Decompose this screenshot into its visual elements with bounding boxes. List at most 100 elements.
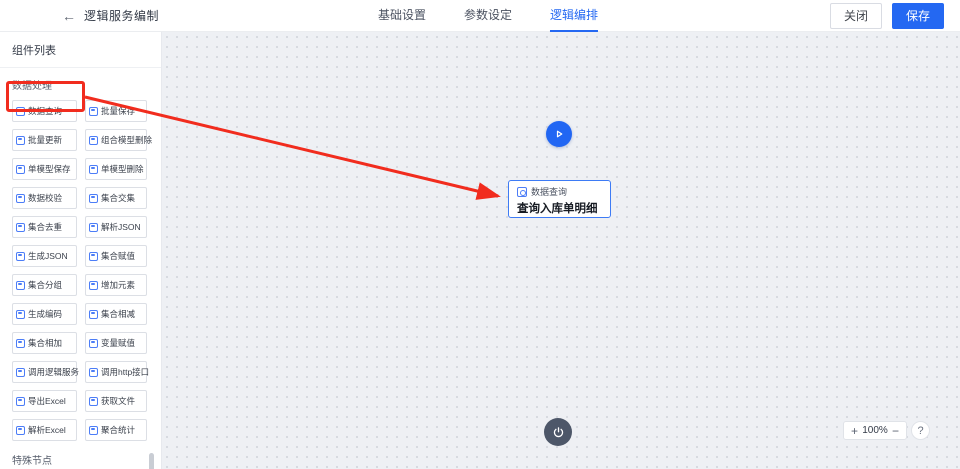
- component-label: 组合模型删除: [101, 135, 153, 145]
- component-label: 数据查询: [28, 106, 63, 116]
- component-icon: [89, 280, 98, 290]
- component-button[interactable]: 聚合统计: [85, 419, 147, 441]
- page-title: 逻辑服务编制: [84, 9, 160, 23]
- node-header: 数据查询: [517, 185, 602, 198]
- power-icon: [553, 426, 563, 437]
- play-icon: [556, 130, 563, 138]
- topbar-actions: 关闭 保存: [829, 2, 960, 29]
- component-icon: [89, 396, 98, 406]
- component-label: 单模型保存: [28, 164, 71, 174]
- component-button[interactable]: 增加元素: [85, 274, 147, 296]
- component-icon: [16, 135, 25, 145]
- component-label: 集合相加: [28, 338, 63, 348]
- component-button[interactable]: 数据校验: [12, 187, 77, 209]
- save-button[interactable]: 保存: [891, 2, 944, 29]
- component-label: 获取文件: [101, 396, 136, 406]
- tab-bar: 基础设置 参数设定 逻辑编排: [378, 0, 599, 32]
- component-icon: [16, 106, 25, 116]
- component-button[interactable]: 集合交集: [85, 187, 147, 209]
- component-icon: [89, 251, 98, 261]
- component-button[interactable]: 生成JSON: [12, 245, 77, 267]
- component-icon: [16, 338, 25, 348]
- component-button[interactable]: 组合模型删除: [85, 129, 152, 151]
- component-button[interactable]: 集合分组: [12, 274, 77, 296]
- component-icon: [89, 193, 98, 203]
- component-icon: [89, 222, 98, 232]
- component-icon: [16, 164, 25, 174]
- component-button[interactable]: 集合相加: [12, 332, 77, 354]
- component-label: 集合交集: [101, 193, 136, 203]
- component-icon: [16, 396, 25, 406]
- component-label: 导出Excel: [28, 396, 66, 406]
- flow-node-data-query[interactable]: 数据查询 查询入库单明细: [508, 180, 611, 218]
- component-label: 调用http接口: [101, 367, 150, 377]
- component-label: 生成JSON: [28, 251, 68, 261]
- component-icon: [89, 164, 98, 174]
- component-label: 解析JSON: [101, 222, 141, 232]
- component-button[interactable]: 批量更新: [12, 129, 77, 151]
- node-type-label: 数据查询: [531, 187, 568, 197]
- component-icon: [16, 222, 25, 232]
- component-icon: [16, 367, 25, 377]
- section-label-data-processing: 数据处理: [12, 81, 52, 92]
- component-icon: [89, 135, 98, 145]
- component-label: 批量保存: [101, 106, 136, 116]
- tab-logic-orchestration[interactable]: 逻辑编排: [550, 0, 599, 32]
- component-button[interactable]: 集合赋值: [85, 245, 147, 267]
- component-icon: [16, 251, 25, 261]
- start-node-button[interactable]: [546, 121, 572, 147]
- component-button[interactable]: 集合去重: [12, 216, 77, 238]
- component-label: 调用逻辑服务: [28, 367, 80, 377]
- question-mark-icon: ?: [917, 424, 924, 437]
- component-icon: [89, 425, 98, 435]
- component-label: 解析Excel: [28, 425, 66, 435]
- component-label: 集合赋值: [101, 251, 136, 261]
- sidebar-scrollbar[interactable]: [149, 453, 154, 469]
- component-button[interactable]: 集合相减: [85, 303, 147, 325]
- component-icon: [89, 367, 98, 377]
- back-group[interactable]: ← 逻辑服务编制: [0, 7, 159, 24]
- node-name: 查询入库单明细: [517, 203, 598, 215]
- component-button[interactable]: 解析Excel: [12, 419, 77, 441]
- component-label: 单模型删除: [101, 164, 144, 174]
- component-icon: [89, 338, 98, 348]
- zoom-out-button[interactable]: −: [892, 425, 899, 437]
- component-icon: [89, 106, 98, 116]
- component-label: 数据校验: [28, 193, 63, 203]
- zoom-in-button[interactable]: +: [851, 425, 858, 437]
- topbar: ← 逻辑服务编制 基础设置 参数设定 逻辑编排 关闭 保存: [0, 0, 960, 32]
- component-sidebar: 组件列表 数据处理 数据查询 批量保存 批量更新 组合模型删除 单模型保存 单模…: [0, 32, 162, 469]
- tab-parameter-settings[interactable]: 参数设定: [464, 0, 512, 32]
- component-button[interactable]: 生成编码: [12, 303, 77, 325]
- component-button[interactable]: 单模型保存: [12, 158, 77, 180]
- component-label: 聚合统计: [101, 425, 136, 435]
- component-icon: [89, 309, 98, 319]
- component-icon: [16, 425, 25, 435]
- component-label: 变量赋值: [101, 338, 136, 348]
- logic-service-editor: ← 逻辑服务编制 基础设置 参数设定 逻辑编排 关闭 保存 组件列表 数据处理 …: [0, 0, 960, 469]
- component-button[interactable]: 解析JSON: [85, 216, 147, 238]
- tab-basic-settings[interactable]: 基础设置: [378, 0, 426, 32]
- component-button[interactable]: 数据查询: [12, 100, 77, 122]
- component-label: 增加元素: [101, 280, 136, 290]
- zoom-level: 100%: [862, 425, 888, 436]
- component-icon: [16, 193, 25, 203]
- component-button[interactable]: 调用逻辑服务: [12, 361, 80, 383]
- end-node-button[interactable]: [544, 418, 572, 446]
- component-label: 集合去重: [28, 222, 63, 232]
- component-icon: [16, 309, 25, 319]
- back-arrow-icon[interactable]: ←: [62, 8, 76, 24]
- component-button[interactable]: 变量赋值: [85, 332, 147, 354]
- component-button[interactable]: 调用http接口: [85, 361, 150, 383]
- flow-canvas[interactable]: 数据查询 查询入库单明细 + 100% − ?: [162, 32, 960, 469]
- component-button[interactable]: 单模型删除: [85, 158, 147, 180]
- component-label: 集合分组: [28, 280, 63, 290]
- component-grid-data-processing: 数据查询 批量保存 批量更新 组合模型删除 单模型保存 单模型删除 数据校验 集…: [0, 98, 161, 443]
- component-button[interactable]: 批量保存: [85, 100, 147, 122]
- component-button[interactable]: 导出Excel: [12, 390, 77, 412]
- close-button[interactable]: 关闭: [829, 2, 882, 29]
- component-label: 批量更新: [28, 135, 63, 145]
- data-query-icon: [517, 186, 527, 197]
- help-button[interactable]: ?: [911, 421, 930, 440]
- component-button[interactable]: 获取文件: [85, 390, 147, 412]
